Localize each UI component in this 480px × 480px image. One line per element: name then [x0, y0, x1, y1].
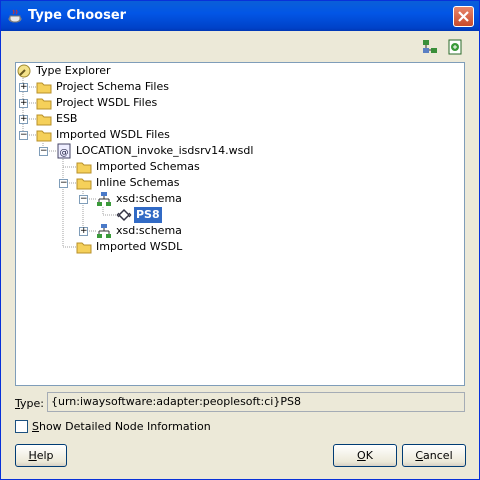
tree-connector-lines — [22, 78, 117, 248]
folder-open-icon — [36, 130, 52, 142]
collapse-icon[interactable]: − — [59, 179, 68, 188]
tree-node-label: xsd:schema — [116, 224, 182, 237]
hierarchy-view-icon[interactable] — [421, 38, 439, 56]
type-explorer-icon — [17, 64, 31, 78]
cancel-button[interactable]: Cancel — [402, 444, 466, 467]
folder-icon — [76, 242, 92, 254]
show-detailed-node-info-checkbox[interactable] — [15, 420, 28, 433]
collapse-icon[interactable]: − — [39, 147, 48, 156]
expand-icon[interactable]: + — [79, 227, 88, 236]
help-button[interactable]: Help — [15, 444, 67, 467]
schema-icon — [97, 192, 111, 206]
tree-node-label: Project WSDL Files — [56, 96, 158, 109]
type-chooser-dialog: Type Chooser Type Explorer + Project Sch… — [0, 0, 480, 480]
import-schema-icon[interactable] — [446, 38, 464, 56]
coffee-cup-icon — [8, 9, 22, 23]
expand-icon[interactable]: + — [19, 99, 28, 108]
type-explorer-tree[interactable]: Type Explorer + Project Schema Files + P… — [15, 62, 465, 386]
schema-icon — [97, 224, 111, 238]
tree-node-label: Imported Schemas — [96, 160, 200, 173]
collapse-icon[interactable]: − — [19, 131, 28, 140]
folder-open-icon — [76, 178, 92, 190]
folder-icon — [36, 114, 52, 126]
svg-text:@: @ — [60, 148, 69, 158]
dialog-title: Type Chooser — [28, 8, 127, 23]
folder-icon — [36, 98, 52, 110]
expand-icon[interactable]: + — [19, 83, 28, 92]
type-label: Type: — [15, 397, 44, 410]
tree-node-label: Type Explorer — [36, 64, 111, 77]
tree-node-label: xsd:schema — [116, 192, 182, 205]
collapse-icon[interactable]: − — [79, 195, 88, 204]
tree-node-label: Project Schema Files — [56, 80, 169, 93]
wsdl-file-icon: @ — [57, 143, 71, 159]
folder-icon — [36, 82, 52, 94]
tree-node-label: LOCATION_invoke_isdsrv14.wsdl — [76, 144, 254, 157]
tree-node-label-selected: PS8 — [134, 207, 162, 223]
tree-node-label: ESB — [56, 112, 78, 125]
title-bar[interactable]: Type Chooser — [1, 1, 479, 31]
expand-icon[interactable]: + — [19, 115, 28, 124]
tree-node-label: Inline Schemas — [96, 176, 180, 189]
close-icon — [458, 11, 469, 22]
checkbox-label[interactable]: Show Detailed Node Information — [32, 420, 211, 433]
folder-icon — [76, 162, 92, 174]
element-icon — [116, 208, 132, 222]
tree-node-label: Imported WSDL — [96, 240, 183, 253]
ok-button[interactable]: OK — [333, 444, 397, 467]
tree-node-label: Imported WSDL Files — [56, 128, 170, 141]
close-button[interactable] — [453, 6, 474, 27]
type-value-field[interactable]: {urn:iwaysoftware:adapter:peoplesoft:ci}… — [47, 392, 465, 412]
